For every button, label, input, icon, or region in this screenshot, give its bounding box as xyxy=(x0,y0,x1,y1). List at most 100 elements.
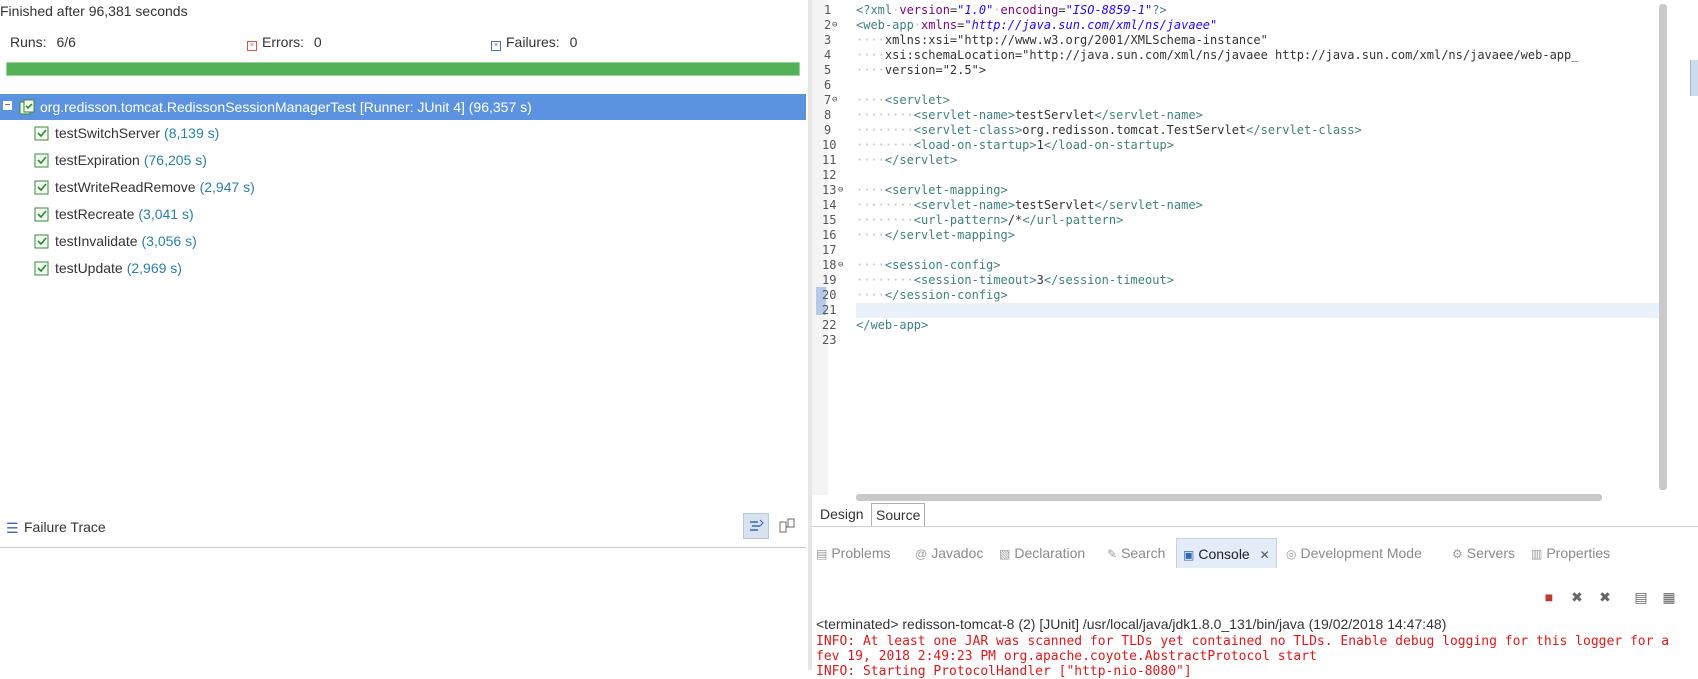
test-case-label: testWriteReadRemove (2,947 s) xyxy=(55,179,255,195)
terminate-icon[interactable]: ■ xyxy=(1540,588,1558,606)
tab-properties-label: Properties xyxy=(1546,545,1611,561)
line-number: 11 xyxy=(822,153,837,167)
editor-divider xyxy=(812,526,1698,527)
test-case-name: testRecreate xyxy=(55,206,135,222)
failures-value: 0 xyxy=(569,34,578,50)
test-suite-icon xyxy=(19,99,35,115)
failures-label: Failures: xyxy=(506,34,560,50)
editor-horizontal-scrollbar[interactable] xyxy=(856,494,1602,501)
code-line: ····<servlet-mapping> xyxy=(856,183,1008,197)
test-case-time: (2,947 s) xyxy=(199,179,255,195)
code-line: ····</session-config> xyxy=(856,288,1008,302)
line-number: 17 xyxy=(822,243,837,257)
runs-counter: Runs: 6/6 xyxy=(10,34,76,50)
line-number: 5 xyxy=(824,63,832,77)
test-suite-label: org.redisson.tomcat.RedissonSessionManag… xyxy=(40,99,532,115)
line-number: 19 xyxy=(822,273,837,287)
code-line: ····</servlet> xyxy=(856,153,958,167)
test-case-time: (8,139 s) xyxy=(164,125,220,141)
xml-editor[interactable]: 1 2 ⊖ 3 4 5 6 7 ⊖ 8 9 10 11 12 13 ⊖ 14 15 16 17 18 ⊖ 19 20 21 22 2… xyxy=(812,0,1698,530)
code-line: ····<session-config> xyxy=(856,258,1001,272)
line-number: 14 xyxy=(822,198,837,212)
views-panel: ▤ Problems @ Javadoc ▧ Declaration ✎ Search … xyxy=(812,532,1698,679)
test-progress-bar xyxy=(6,62,800,76)
test-case-time: (3,041 s) xyxy=(138,206,194,222)
line-number: 8 xyxy=(824,108,832,122)
test-passed-icon xyxy=(34,207,49,222)
test-passed-icon xyxy=(34,261,49,276)
tab-declaration[interactable]: ▧ Declaration xyxy=(999,538,1085,568)
test-case-name: testWriteReadRemove xyxy=(55,179,196,195)
code-line: ········<session-timeout>3</session-time… xyxy=(856,273,1174,287)
test-passed-icon xyxy=(34,126,49,141)
tab-problems[interactable]: ▤ Problems xyxy=(816,538,890,568)
tab-design[interactable]: Design xyxy=(816,503,868,525)
test-case-time: (76,205 s) xyxy=(143,152,207,168)
editor-vertical-scrollbar[interactable] xyxy=(1659,4,1667,490)
finished-status: Finished after 96,381 seconds xyxy=(0,3,188,19)
code-line: ········<url-pattern>/*</url-pattern> xyxy=(856,213,1124,227)
scroll-lock-icon[interactable]: ▦ xyxy=(1660,588,1678,606)
test-suite-row[interactable]: − org.redisson.tomcat.RedissonSessionMan… xyxy=(0,94,806,120)
test-case-label: testInvalidate (3,056 s) xyxy=(55,233,197,249)
declaration-icon: ▧ xyxy=(999,547,1011,561)
tab-console[interactable]: ▣ Console ✕ xyxy=(1176,538,1277,568)
test-case-name: testExpiration xyxy=(55,152,140,168)
test-passed-icon xyxy=(34,153,49,168)
filter-stack-trace-button[interactable] xyxy=(743,513,769,539)
console-line: fev 19, 2018 2:49:23 PM org.apache.coyot… xyxy=(816,649,1317,664)
line-number: 20 xyxy=(822,288,837,302)
clear-console-icon[interactable]: ▤ xyxy=(1632,588,1650,606)
tab-properties[interactable]: ▥ Properties xyxy=(1531,538,1610,568)
test-passed-icon xyxy=(34,234,49,249)
collapse-icon[interactable]: − xyxy=(3,101,12,111)
code-line: ····<servlet> xyxy=(856,93,950,107)
line-number: 21 xyxy=(822,303,837,317)
properties-icon: ▥ xyxy=(1531,547,1543,561)
line-number: 22 xyxy=(822,318,837,332)
line-number: 4 xyxy=(824,48,832,62)
line-number: 6 xyxy=(824,78,832,92)
minimized-view-stack[interactable] xyxy=(1690,60,1698,96)
test-passed-icon xyxy=(34,180,49,195)
trace-divider xyxy=(0,547,806,548)
line-number: 12 xyxy=(822,168,837,182)
test-case-label: testUpdate (2,969 s) xyxy=(55,260,182,276)
compare-icon xyxy=(779,518,795,533)
tab-declaration-label: Declaration xyxy=(1014,545,1086,561)
errors-counter: × Errors: 0 xyxy=(247,34,322,51)
line-number: 3 xyxy=(824,33,832,47)
test-case-time: (2,969 s) xyxy=(126,260,182,276)
close-icon[interactable]: ✕ xyxy=(1260,548,1270,562)
line-number: 16 xyxy=(822,228,837,242)
filter-icon xyxy=(750,519,764,531)
code-line: ····xmlns:xsi="http://www.w3.org/2001/XM… xyxy=(856,33,1268,47)
remove-launch-icon[interactable]: ✖ xyxy=(1568,588,1586,606)
code-line: ····xsi:schemaLocation="http://java.sun.… xyxy=(856,48,1579,62)
code-line: <web-app·xmlns="http://java.sun.com/xml/… xyxy=(856,18,1218,32)
code-line: ····version="2.5"> xyxy=(856,63,987,77)
code-line: ········<servlet-name>testServlet</servl… xyxy=(856,198,1203,212)
tab-servers[interactable]: ⚙ Servers xyxy=(1452,538,1515,568)
code-line: </web-app> xyxy=(856,318,929,332)
tab-javadoc-label: Javadoc xyxy=(931,545,984,561)
tab-servers-label: Servers xyxy=(1466,545,1515,561)
test-case-label: testExpiration (76,205 s) xyxy=(55,152,207,168)
console-toolbar: ■ ✖ ✖ ▤ ▦ xyxy=(812,588,1698,612)
error-icon: × xyxy=(247,41,257,51)
tab-search[interactable]: ✎ Search xyxy=(1107,538,1165,568)
line-number: 23 xyxy=(822,333,837,347)
compare-result-button[interactable] xyxy=(778,517,796,535)
failures-counter: × Failures: 0 xyxy=(491,34,577,51)
tab-development-mode[interactable]: ◎ Development Mode xyxy=(1286,538,1422,568)
test-case-name: testInvalidate xyxy=(55,233,138,249)
servers-icon: ⚙ xyxy=(1452,547,1463,561)
remove-all-launches-icon[interactable]: ✖ xyxy=(1596,588,1614,606)
search-icon: ✎ xyxy=(1107,547,1118,561)
console-icon: ▣ xyxy=(1183,548,1195,562)
failure-icon: × xyxy=(491,41,501,51)
tab-source[interactable]: Source xyxy=(871,503,926,526)
test-case-time: (3,056 s) xyxy=(141,233,197,249)
tab-javadoc[interactable]: @ Javadoc xyxy=(915,538,983,568)
console-line: INFO: At least one JAR was scanned for T… xyxy=(816,634,1670,649)
